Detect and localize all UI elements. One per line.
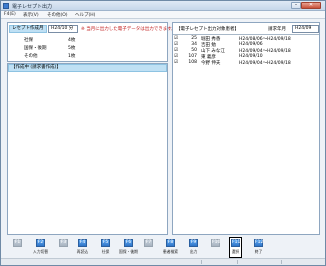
patient-code: 25: [191, 36, 197, 41]
count-value-kokuho: 5枚: [68, 46, 76, 51]
header-divider: [173, 34, 319, 35]
patient-period: H24/09/10: [239, 54, 263, 59]
patient-list-panel: 【電子レセプト出力対象患者】 請求年月 H24/09 ☑ 25 堀田 秀香 H2…: [172, 22, 320, 235]
list-item[interactable]: ☑ 107 東 義彦 H24/09/10: [173, 54, 319, 60]
f11-button[interactable]: F11 選択: [229, 237, 242, 258]
patient-code: 107: [188, 54, 197, 59]
count-label-shaho: 社保: [24, 38, 33, 43]
count-value-shaho: 4枚: [68, 38, 76, 43]
f1-key-cap: F1: [13, 239, 22, 247]
main-window: 電子レセプト出力 – ✕ F4(E) 表示(V) その他(O) ヘルプ(H) レ…: [0, 0, 326, 266]
note-text: ※ 当月に出力した電子データは出力できます。: [81, 27, 176, 32]
checkbox-icon[interactable]: ☑: [174, 36, 178, 41]
patient-period: H24/09/06: [239, 42, 263, 47]
count-value-other: 1枚: [68, 54, 76, 59]
receipt-month-label: レセプト作成月: [9, 25, 47, 33]
list-item[interactable]: ☑ 34 吉田 勉 H24/09/06: [173, 42, 319, 48]
f8-label: 患者検索: [162, 249, 179, 254]
f8-button[interactable]: F8 患者検索: [163, 238, 178, 257]
list-item[interactable]: ☑ 25 堀田 秀香 H24/08/06〜H24/09/18: [173, 36, 319, 42]
f4-key-cap: F4: [78, 239, 87, 247]
checkbox-icon[interactable]: ☑: [174, 54, 178, 59]
patient-list-header: 【電子レセプト出力対象患者】: [176, 27, 239, 32]
request-month-field[interactable]: H24/09: [292, 25, 319, 33]
checkbox-icon[interactable]: ☑: [174, 60, 178, 65]
f2-label: 入力切替: [32, 249, 49, 254]
status-divider: [281, 260, 282, 264]
f3-key-cap: F3: [59, 239, 68, 247]
f3-button[interactable]: F3: [58, 238, 69, 257]
status-divider: [237, 260, 238, 264]
close-button[interactable]: ✕: [301, 2, 321, 9]
menu-bar: F4(E) 表示(V) その他(O) ヘルプ(H): [1, 11, 325, 19]
f9-key-cap: F9: [189, 239, 198, 247]
pending-list-panel: 【作成中 (請求書作成)】: [7, 63, 168, 235]
f9-label: 出力: [189, 249, 198, 254]
f2-button[interactable]: F2 入力切替: [33, 238, 48, 257]
f5-label: 社保: [101, 249, 110, 254]
checkbox-icon[interactable]: ☑: [174, 48, 178, 53]
list-item[interactable]: ☑ 50 山下 みな江 H24/09/04〜H24/09/18: [173, 48, 319, 54]
f10-button[interactable]: F10: [210, 238, 221, 257]
receipt-month-field[interactable]: H24/10 分: [48, 25, 78, 33]
f8-key-cap: F8: [166, 239, 175, 247]
f9-button[interactable]: F9 出力: [188, 238, 199, 257]
f1-button[interactable]: F1: [12, 238, 23, 257]
f5-button[interactable]: F5 社保: [100, 238, 111, 257]
f11-label: 選択: [231, 249, 240, 254]
menu-item-help[interactable]: ヘルプ(H): [75, 12, 95, 18]
f11-key-cap: F11: [231, 239, 241, 247]
f4-button[interactable]: F4 再読込: [77, 238, 88, 257]
f6-key-cap: F6: [124, 239, 133, 247]
f12-label: 終了: [254, 249, 263, 254]
request-month-label: 請求年月: [268, 27, 286, 32]
checkbox-icon[interactable]: ☑: [174, 42, 178, 47]
f12-button[interactable]: F12 終了: [253, 238, 264, 257]
patient-list: ☑ 25 堀田 秀香 H24/08/06〜H24/09/18 ☑ 34 吉田 勉…: [173, 36, 319, 236]
menu-item-file[interactable]: F4(E): [4, 12, 16, 17]
summary-panel: レセプト作成月 H24/10 分 ※ 当月に出力した電子データは出力できます。 …: [7, 22, 176, 62]
f5-key-cap: F5: [101, 239, 110, 247]
f6-button[interactable]: F6 国保・後期: [119, 238, 138, 257]
window-title: 電子レセプト出力: [12, 4, 53, 10]
patient-name: 今野 伸夫: [201, 61, 221, 66]
status-bar: [1, 258, 325, 265]
menu-item-view[interactable]: 表示(V): [23, 12, 39, 18]
title-bar[interactable]: 電子レセプト出力 – ✕: [1, 1, 325, 11]
patient-code: 108: [188, 60, 197, 65]
f4-label: 再読込: [76, 249, 89, 254]
patient-code: 50: [191, 48, 197, 53]
patient-code: 34: [191, 42, 197, 47]
app-icon: [3, 3, 9, 9]
f7-button[interactable]: F7: [143, 238, 154, 257]
f6-label: 国保・後期: [119, 249, 138, 254]
list-item[interactable]: ☑ 108 今野 伸夫 H24/09/04〜H24/09/18: [173, 60, 319, 66]
f7-key-cap: F7: [144, 239, 153, 247]
pending-list-header: 【作成中 (請求書作成)】: [8, 64, 167, 72]
minimize-button[interactable]: –: [291, 2, 301, 9]
patient-period: H24/09/04〜H24/09/18: [239, 61, 291, 66]
f10-key-cap: F10: [211, 239, 221, 247]
f2-key-cap: F2: [36, 239, 45, 247]
count-label-kokuho: 国保・後期: [24, 46, 47, 51]
f12-key-cap: F12: [254, 239, 264, 247]
count-label-other: その他: [24, 54, 38, 59]
function-key-bar: F1 F2 入力切替 F3 F4 再読込 F5 社保 F6 国保・後期 F7 F8 患者検…: [1, 237, 325, 258]
status-divider: [201, 260, 202, 264]
menu-item-other[interactable]: その他(O): [47, 12, 68, 18]
